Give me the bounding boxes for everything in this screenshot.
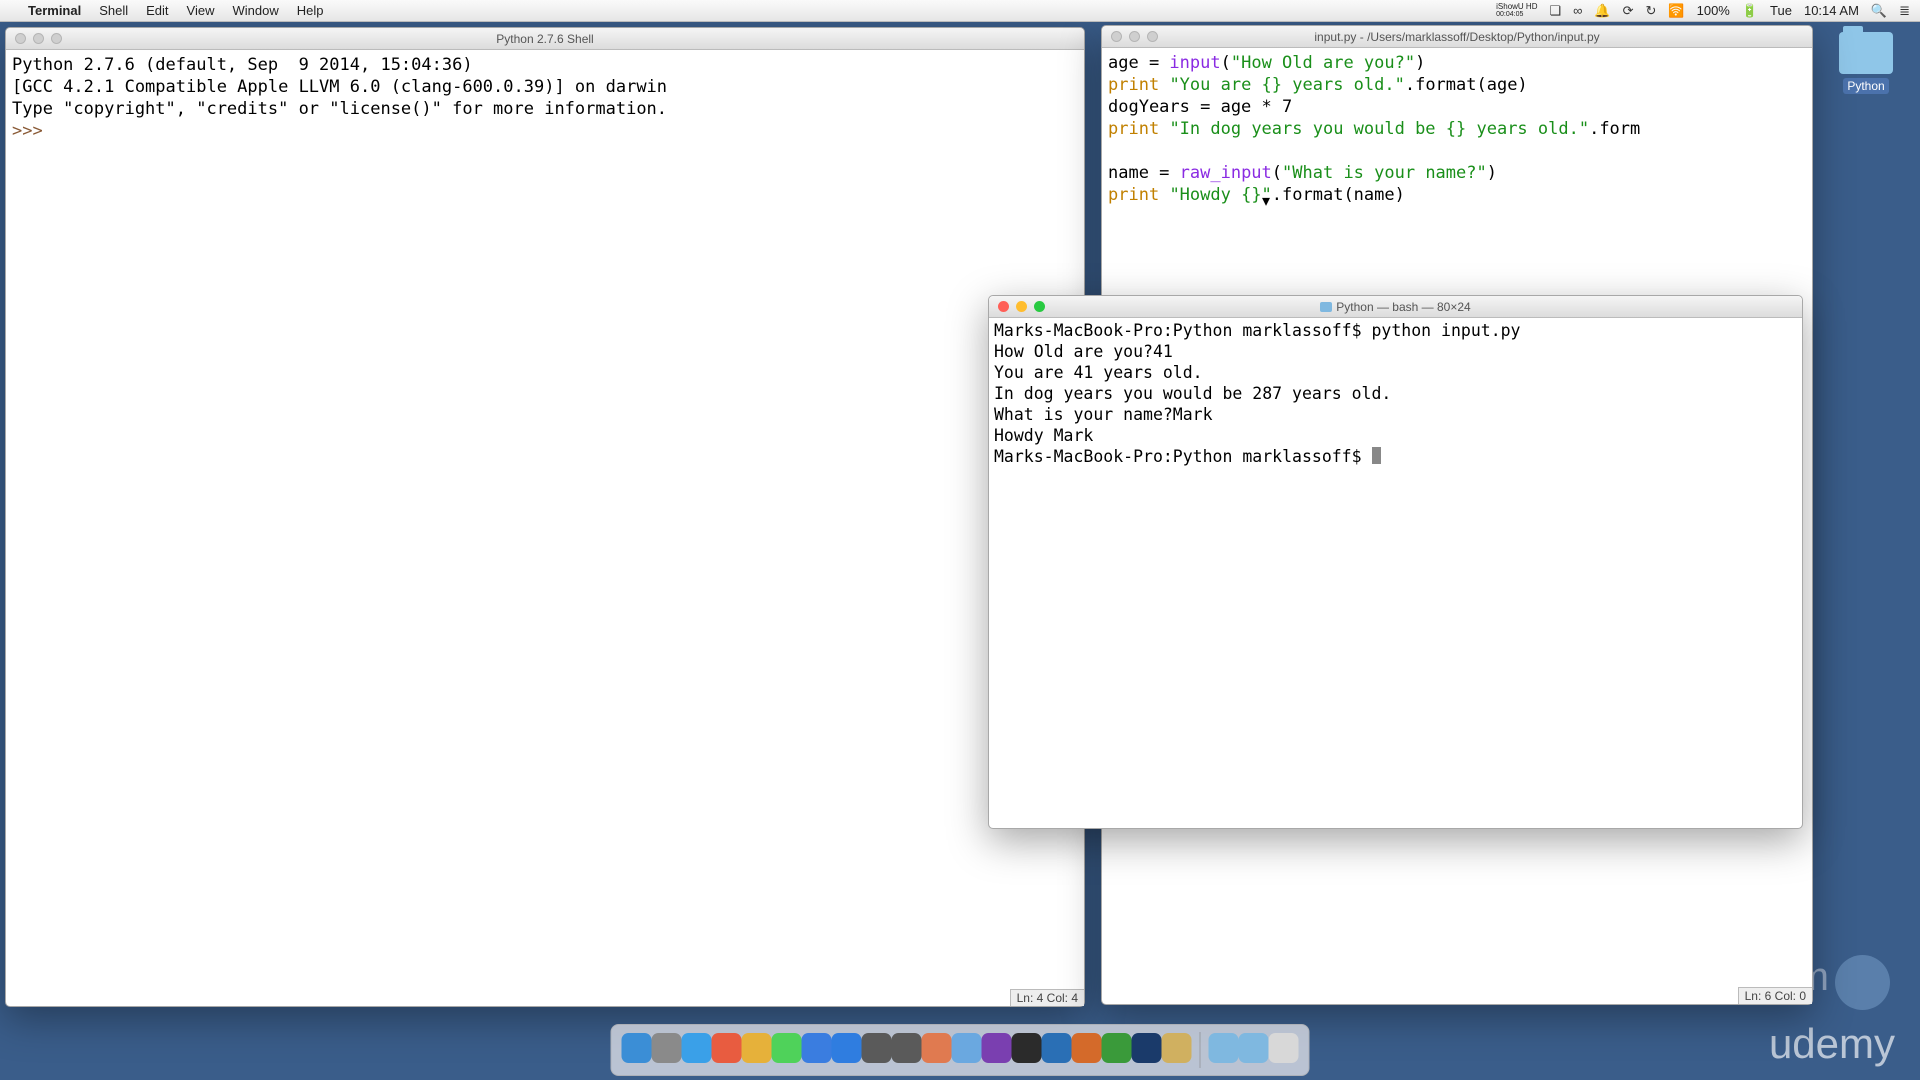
shell-content[interactable]: Python 2.7.6 (default, Sep 9 2014, 15:04…: [6, 50, 1084, 146]
folder-icon: [1320, 302, 1332, 312]
terminal-line: What is your name?Mark: [994, 405, 1213, 424]
time-label[interactable]: 10:14 AM: [1804, 3, 1859, 18]
dock-launchpad-icon[interactable]: [652, 1033, 682, 1063]
dock-finder-icon[interactable]: [622, 1033, 652, 1063]
zoom-icon[interactable]: [1034, 301, 1045, 312]
menu-view[interactable]: View: [187, 3, 215, 18]
dock-folder-icon[interactable]: [1209, 1033, 1239, 1063]
terminal-content[interactable]: Marks-MacBook-Pro:Python marklassoff$ py…: [989, 318, 1802, 469]
notification-icon[interactable]: ≣: [1899, 3, 1910, 19]
dock-photos-icon[interactable]: [922, 1033, 952, 1063]
dock-aperture-icon[interactable]: [892, 1033, 922, 1063]
minimize-icon[interactable]: [33, 33, 44, 44]
terminal-line: Marks-MacBook-Pro:Python marklassoff$ py…: [994, 321, 1521, 340]
titlebar-bash[interactable]: Python — bash — 80×24: [989, 296, 1802, 318]
terminal-line: Marks-MacBook-Pro:Python marklassoff$: [994, 447, 1372, 466]
cursor: [1372, 447, 1381, 464]
close-icon[interactable]: [1111, 31, 1122, 42]
menu-edit[interactable]: Edit: [146, 3, 168, 18]
menu-shell[interactable]: Shell: [99, 3, 128, 18]
minimize-icon[interactable]: [1016, 301, 1027, 312]
window-title: Python — bash — 80×24: [989, 300, 1802, 314]
status-editor: Ln: 6 Col: 0: [1738, 987, 1812, 1004]
dock-photoshop-icon[interactable]: [1132, 1033, 1162, 1063]
terminal-line: You are 41 years old.: [994, 363, 1203, 382]
zoom-icon[interactable]: [1147, 31, 1158, 42]
menubar: Terminal Shell Edit View Window Help iSh…: [0, 0, 1920, 22]
status-shell: Ln: 4 Col: 4: [1010, 989, 1084, 1006]
timemachine-icon[interactable]: ↻: [1646, 3, 1657, 19]
battery-label[interactable]: 100%: [1697, 3, 1730, 18]
bell-icon[interactable]: 🔔: [1594, 3, 1610, 19]
window-title: Python 2.7.6 Shell: [6, 32, 1084, 46]
minimize-icon[interactable]: [1129, 31, 1140, 42]
dock-terminal-icon[interactable]: [1012, 1033, 1042, 1063]
dock-chrome-icon[interactable]: [742, 1033, 772, 1063]
zoom-icon[interactable]: [51, 33, 62, 44]
menu-app[interactable]: Terminal: [28, 3, 81, 18]
display-icon[interactable]: ❏: [1549, 3, 1561, 19]
ishowu-indicator[interactable]: iShowU HD 00:04:05: [1496, 3, 1537, 19]
terminal-line: Howdy Mark: [994, 426, 1093, 445]
sync-icon[interactable]: ⟳: [1623, 3, 1634, 19]
folder-icon: [1839, 32, 1893, 74]
titlebar-shell[interactable]: Python 2.7.6 Shell: [6, 28, 1084, 50]
folder-label: Python: [1843, 78, 1888, 94]
spotlight-icon[interactable]: 🔍: [1871, 3, 1887, 19]
menu-help[interactable]: Help: [297, 3, 324, 18]
dock-messages-icon[interactable]: [772, 1033, 802, 1063]
dock-calendar-icon[interactable]: [712, 1033, 742, 1063]
dock-word-icon[interactable]: [1042, 1033, 1072, 1063]
watermark-udemy: udemy: [1769, 1020, 1895, 1068]
terminal-line: How Old are you?41: [994, 342, 1173, 361]
wifi-icon[interactable]: 🛜: [1668, 3, 1684, 19]
menu-window[interactable]: Window: [233, 3, 279, 18]
dock-safari-icon[interactable]: [682, 1033, 712, 1063]
dock-idle-icon[interactable]: [1162, 1033, 1192, 1063]
terminal-line: In dog years you would be 287 years old.: [994, 384, 1391, 403]
titlebar-editor[interactable]: input.py - /Users/marklassoff/Desktop/Py…: [1102, 26, 1812, 48]
dock-separator: [1200, 1032, 1201, 1068]
close-icon[interactable]: [15, 33, 26, 44]
dock-powerpoint-icon[interactable]: [1072, 1033, 1102, 1063]
dock-excel-icon[interactable]: [1102, 1033, 1132, 1063]
desktop-folder-python[interactable]: Python: [1830, 32, 1902, 94]
editor-content[interactable]: age = input("How Old are you?") print "Y…: [1102, 48, 1812, 210]
dock-mail-icon[interactable]: [802, 1033, 832, 1063]
dock-downloads-icon[interactable]: [1239, 1033, 1269, 1063]
dock-phpstorm-icon[interactable]: [982, 1033, 1012, 1063]
dropbox-icon[interactable]: ∞: [1573, 3, 1582, 18]
window-bash[interactable]: Python — bash — 80×24 Marks-MacBook-Pro:…: [988, 295, 1803, 829]
battery-icon[interactable]: 🔋: [1742, 3, 1758, 19]
dock-appstore-icon[interactable]: [832, 1033, 862, 1063]
dock: [611, 1024, 1310, 1076]
window-python-shell[interactable]: Python 2.7.6 Shell Python 2.7.6 (default…: [5, 27, 1085, 1007]
dock-itunes-icon[interactable]: [862, 1033, 892, 1063]
watermark-circle: [1835, 955, 1890, 1010]
dock-trash-icon[interactable]: [1269, 1033, 1299, 1063]
day-label[interactable]: Tue: [1770, 3, 1792, 18]
window-title: input.py - /Users/marklassoff/Desktop/Py…: [1102, 30, 1812, 44]
close-icon[interactable]: [998, 301, 1009, 312]
dock-textedit-icon[interactable]: [952, 1033, 982, 1063]
